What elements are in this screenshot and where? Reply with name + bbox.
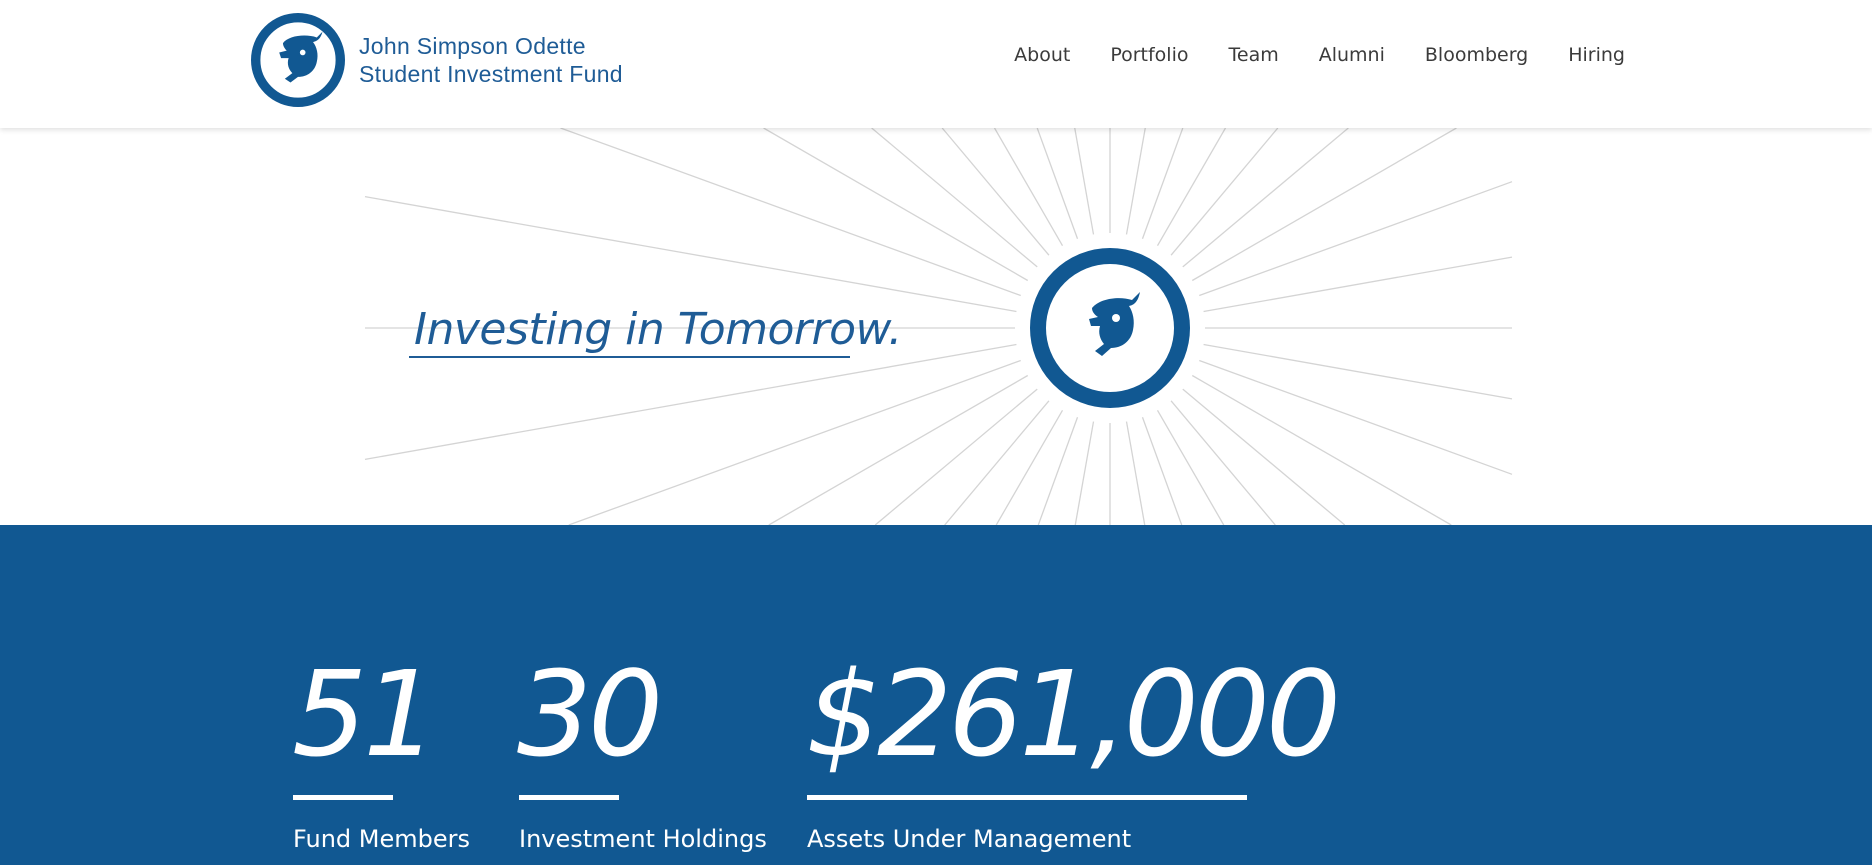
sunburst-ray [1074, 128, 1095, 235]
nav-hiring[interactable]: Hiring [1568, 44, 1625, 66]
sunburst-ray [1125, 128, 1146, 235]
nav-team[interactable]: Team [1229, 44, 1279, 66]
nav-portfolio[interactable]: Portfolio [1110, 44, 1188, 66]
stat-value: $261,000 [806, 645, 1341, 783]
stat-value: 30 [517, 645, 663, 783]
sunburst-ray [1199, 359, 1513, 475]
brand-name-line2: Student Investment Fund [359, 61, 623, 87]
sunburst-ray [1037, 417, 1079, 525]
sunburst-ray [364, 343, 1017, 461]
hero-section: Investing in Tomorrow. [0, 128, 1872, 525]
tagline-underline [409, 356, 850, 358]
sunburst-ray [1199, 181, 1513, 297]
sunburst-ray [871, 128, 1038, 268]
sunburst-ray [1182, 388, 1346, 525]
sunburst-ray [1182, 128, 1349, 268]
sunburst-ray [993, 128, 1064, 247]
site-header: John Simpson Odette Student Investment F… [0, 0, 1872, 128]
stat-underline [519, 795, 619, 800]
sunburst-ray [1170, 400, 1276, 525]
sunburst-ray [1156, 409, 1225, 525]
sunburst-ray [874, 388, 1038, 525]
brand-home-link[interactable]: John Simpson Odette Student Investment F… [251, 12, 623, 108]
sunburst-ray [1191, 128, 1457, 282]
sunburst-ray [1156, 128, 1227, 247]
hero-tagline: Investing in Tomorrow. [414, 304, 902, 355]
stats-section: 51 Fund Members 30 Investment Holdings $… [0, 525, 1872, 865]
stat-label: Investment Holdings [519, 825, 767, 853]
stat-label: Assets Under Management [807, 825, 1132, 853]
sunburst-rays [364, 128, 1513, 525]
sunburst-ray [1203, 343, 1513, 400]
sunburst-ray [1074, 421, 1095, 525]
sunburst-ray [1170, 128, 1279, 256]
stat-value: 51 [292, 645, 438, 783]
nav-bloomberg[interactable]: Bloomberg [1425, 44, 1528, 66]
sunburst-ray [560, 128, 1021, 297]
sunburst-ray [763, 128, 1029, 282]
sunburst-ray [995, 409, 1064, 525]
bull-head-icon [251, 13, 345, 107]
sunburst-ray [944, 400, 1050, 525]
nav-alumni[interactable]: Alumni [1319, 44, 1385, 66]
sunburst-ray [768, 374, 1029, 525]
main-nav: About Portfolio Team Alumni Bloomberg Hi… [1014, 44, 1625, 66]
brand-name-line1: John Simpson Odette [359, 33, 586, 59]
sunburst-ray [1191, 374, 1452, 525]
sunburst-ray [941, 128, 1050, 256]
sunburst-ray [1125, 421, 1146, 525]
sunburst-ray [364, 195, 1017, 313]
sunburst-ray [1203, 256, 1513, 313]
stat-label: Fund Members [293, 825, 470, 853]
stat-underline [293, 795, 393, 800]
sunburst-ray [1141, 417, 1183, 525]
sunburst-ray [568, 359, 1021, 525]
nav-about[interactable]: About [1014, 44, 1070, 66]
sunburst-ray [1141, 128, 1184, 239]
sunburst-ray [1036, 128, 1079, 239]
stat-underline [807, 795, 1247, 800]
